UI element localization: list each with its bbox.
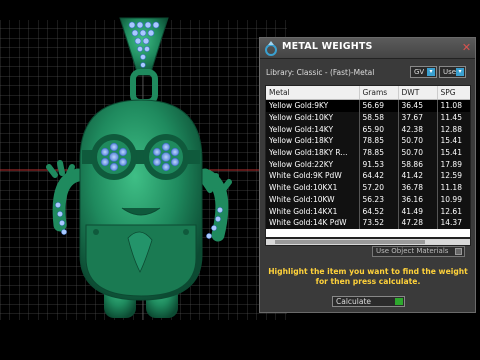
calculate-button[interactable]: Calculate <box>332 296 405 307</box>
cell-metal: Yellow Gold:14KY <box>266 123 360 136</box>
column-header-metal[interactable]: Metal <box>266 86 360 100</box>
metal-weights-panel: METAL WEIGHTS ✕ Library: Classic - (Fast… <box>259 37 476 313</box>
cell-metal: White Gold:10KW <box>266 193 360 206</box>
cell-grams: 73.52 <box>359 216 399 229</box>
cell-metal: Yellow Gold:22KY <box>266 158 360 171</box>
cell-grams: 65.90 <box>359 123 399 136</box>
cell-metal: Yellow Gold:9KY <box>266 99 360 112</box>
table-row[interactable]: Yellow Gold:9KY 56.69 36.45 11.08 <box>266 99 470 112</box>
cell-dwt: 36.16 <box>398 193 438 206</box>
cell-grams: 78.85 <box>359 135 399 147</box>
ring-icon <box>265 41 277 56</box>
table-header-row: Metal Grams DWT SPG <box>266 86 470 100</box>
panel-titlebar[interactable]: METAL WEIGHTS ✕ <box>260 38 475 59</box>
panel-title: METAL WEIGHTS <box>282 41 373 52</box>
column-header-dwt[interactable]: DWT <box>398 86 438 100</box>
cell-spg: 14.37 <box>437 216 470 229</box>
cell-dwt: 47.28 <box>398 216 438 229</box>
cell-dwt: 41.49 <box>398 205 438 217</box>
chevron-down-icon[interactable]: ▾ <box>456 68 464 76</box>
cell-metal: Yellow Gold:18KY <box>266 135 360 147</box>
cell-spg: 11.45 <box>437 111 470 124</box>
cell-metal: White Gold:14KX1 <box>266 205 360 217</box>
use-object-materials-label: Use Object Materials <box>376 247 449 255</box>
table-row[interactable]: White Gold:10KX1 57.20 36.78 11.18 <box>266 181 470 194</box>
cell-grams: 56.23 <box>359 193 399 206</box>
cell-grams: 64.52 <box>359 205 399 217</box>
cell-spg: 11.08 <box>437 99 470 112</box>
table-row[interactable]: Yellow Gold:22KY 91.53 58.86 17.89 <box>266 158 470 171</box>
table-row[interactable]: Yellow Gold:10KY 58.58 37.67 11.45 <box>266 111 470 124</box>
cell-metal: White Gold:14K PdW <box>266 216 360 229</box>
cell-grams: 91.53 <box>359 158 399 171</box>
cell-spg: 12.61 <box>437 205 470 217</box>
table-row[interactable]: Yellow Gold:14KY 65.90 42.38 12.88 <box>266 123 470 136</box>
column-header-grams[interactable]: Grams <box>359 86 399 100</box>
cell-grams: 64.42 <box>359 170 399 182</box>
cell-dwt: 37.67 <box>398 111 438 124</box>
close-icon[interactable]: ✕ <box>461 42 472 53</box>
horizontal-scrollbar[interactable] <box>265 238 471 246</box>
cell-grams: 56.69 <box>359 99 399 112</box>
table-row[interactable]: White Gold:9K PdW 64.42 41.42 12.59 <box>266 170 470 182</box>
column-header-spg[interactable]: SPG <box>437 86 470 100</box>
cell-dwt: 50.70 <box>398 135 438 147</box>
table-row[interactable]: Yellow Gold:18KY 78.85 50.70 15.41 <box>266 135 470 147</box>
cell-metal: White Gold:10KX1 <box>266 181 360 194</box>
scrollbar-thumb[interactable] <box>275 240 425 244</box>
cell-spg: 15.41 <box>437 135 470 147</box>
cell-grams: 78.85 <box>359 146 399 159</box>
checkbox-icon[interactable] <box>455 248 462 255</box>
gv-unit-dropdown[interactable]: GV ▾ <box>410 66 437 78</box>
table-row[interactable]: White Gold:14K PdW 73.52 47.28 14.37 <box>266 216 470 229</box>
cell-spg: 11.18 <box>437 181 470 194</box>
table-row[interactable]: White Gold:14KX1 64.52 41.49 12.61 <box>266 205 470 217</box>
cell-dwt: 41.42 <box>398 170 438 182</box>
cell-metal: White Gold:9K PdW <box>266 170 360 182</box>
chevron-down-icon[interactable]: ▾ <box>427 68 435 76</box>
calculate-label: Calculate <box>336 297 372 306</box>
cell-grams: 58.58 <box>359 111 399 124</box>
cell-dwt: 36.45 <box>398 99 438 112</box>
instruction-text: Highlight the item you want to find the … <box>268 267 468 286</box>
metal-table[interactable]: Metal Grams DWT SPG Yellow Gold:9KY 56.69… <box>265 85 471 238</box>
user-unit-dropdown[interactable]: User ▾ <box>439 66 466 78</box>
cell-metal: Yellow Gold:10KY <box>266 111 360 124</box>
cell-dwt: 36.78 <box>398 181 438 194</box>
cell-spg: 17.89 <box>437 158 470 171</box>
cell-grams: 57.20 <box>359 181 399 194</box>
library-label: Library: Classic - (Fast)-Metal <box>266 68 375 77</box>
cell-spg: 12.88 <box>437 123 470 136</box>
gv-unit-label: GV <box>414 68 425 76</box>
use-object-materials-toggle[interactable]: Use Object Materials <box>372 246 465 257</box>
cell-spg: 15.41 <box>437 146 470 159</box>
cell-spg: 12.59 <box>437 170 470 182</box>
cell-dwt: 42.38 <box>398 123 438 136</box>
cell-dwt: 50.70 <box>398 146 438 159</box>
table-row[interactable]: White Gold:10KW 56.23 36.16 10.99 <box>266 193 470 206</box>
cell-dwt: 58.86 <box>398 158 438 171</box>
table-row[interactable]: Yellow Gold:18KY R... 78.85 50.70 15.41 <box>266 146 470 159</box>
cell-metal: Yellow Gold:18KY R... <box>266 146 360 159</box>
cell-spg: 10.99 <box>437 193 470 206</box>
play-icon[interactable] <box>395 298 403 305</box>
